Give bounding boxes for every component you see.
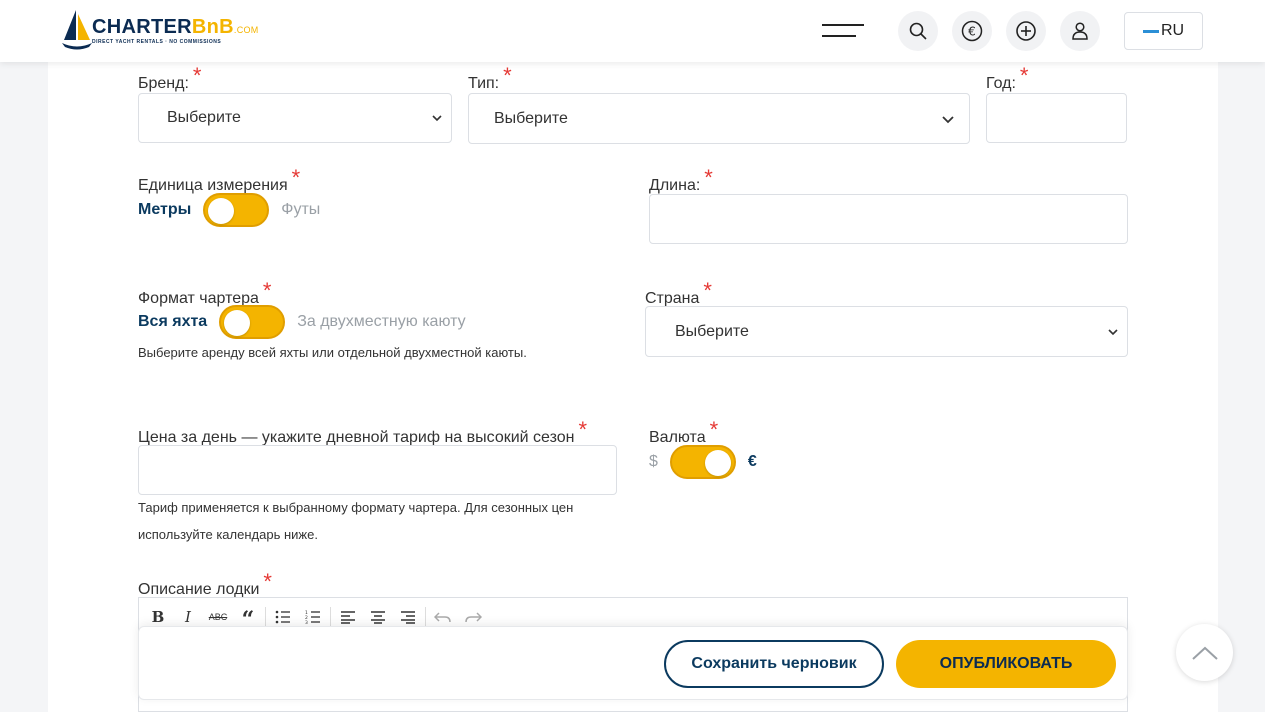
year-label: Год: * (986, 63, 1029, 92)
add-icon (1016, 21, 1036, 41)
price-input[interactable] (138, 445, 617, 495)
svg-text:3: 3 (305, 620, 308, 624)
unit-toggle[interactable] (203, 193, 270, 227)
length-input[interactable] (649, 194, 1128, 244)
charter-option-cabin[interactable]: За двухместную каюту (297, 313, 465, 331)
search-button[interactable] (898, 11, 938, 51)
brand-select[interactable]: Выберите (138, 93, 452, 143)
unit-option-feet[interactable]: Футы (281, 201, 320, 219)
scroll-to-top-button[interactable] (1176, 624, 1233, 681)
length-label: Длина: * (649, 165, 713, 194)
menu-icon[interactable] (822, 24, 866, 40)
add-listing-button[interactable] (1006, 11, 1046, 51)
flag-icon (1142, 29, 1159, 33)
price-hint: Тариф применяется к выбранному формату ч… (138, 500, 574, 542)
year-input[interactable] (986, 93, 1127, 143)
publish-button[interactable]: ОПУБЛИКОВАТЬ (896, 640, 1116, 688)
brand-label: Бренд: * (138, 63, 202, 92)
svg-text:€: € (968, 25, 976, 39)
save-draft-button[interactable]: Сохранить черновик (664, 640, 884, 688)
sailboat-logo-icon (62, 10, 92, 50)
chevron-down-icon (942, 115, 954, 123)
currency-button[interactable]: € (952, 11, 992, 51)
site-header: CHARTERBnB.COM DIRECT YACHT RENTALS · NO… (0, 0, 1265, 62)
logo-tagline: DIRECT YACHT RENTALS · NO COMMISSIONS (92, 39, 222, 45)
chevron-down-icon (432, 115, 442, 122)
logo-wordmark: CHARTERBnB.COM (92, 16, 259, 38)
charter-option-whole-yacht[interactable]: Вся яхта (138, 313, 207, 331)
type-label: Тип: * (468, 63, 512, 92)
unit-toggle-row: Метры Футы (138, 193, 320, 227)
charter-format-hint: Выберите аренду всей яхты или отдельной … (138, 345, 527, 360)
chevron-down-icon (1108, 328, 1118, 335)
charter-format-toggle-row: Вся яхта За двухместную каюту (138, 305, 466, 339)
type-select[interactable]: Выберите (468, 93, 970, 144)
search-icon (909, 22, 927, 40)
currency-toggle-row: $ € (649, 445, 757, 479)
currency-option-eur[interactable]: € (748, 453, 757, 471)
euro-icon: € (961, 20, 983, 42)
currency-toggle[interactable] (669, 445, 736, 479)
user-icon (1072, 22, 1088, 40)
sticky-action-bar: Сохранить черновик ОПУБЛИКОВАТЬ (138, 626, 1128, 700)
charter-format-toggle[interactable] (219, 305, 286, 339)
account-button[interactable] (1060, 11, 1100, 51)
chevron-up-icon (1191, 646, 1218, 660)
site-logo[interactable]: CHARTERBnB.COM DIRECT YACHT RENTALS · NO… (62, 8, 258, 52)
language-selector[interactable]: RU (1124, 12, 1203, 50)
currency-option-usd[interactable]: $ (649, 453, 658, 471)
country-select[interactable]: Выберите (645, 306, 1128, 357)
unit-option-meters[interactable]: Метры (138, 201, 191, 219)
